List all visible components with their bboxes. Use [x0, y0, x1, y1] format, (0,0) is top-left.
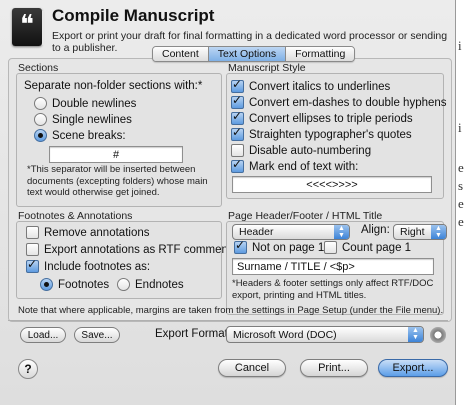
checkbox[interactable]	[26, 226, 39, 239]
help-button[interactable]: ?	[18, 359, 38, 379]
radio-button[interactable]	[40, 278, 53, 291]
checkbox-not-on-page-1[interactable]: Not on page 1	[234, 238, 325, 254]
header-text-field[interactable]: Surname / TITLE / <$p>	[232, 258, 434, 275]
popup-value: Microsoft Word (DOC)	[233, 329, 337, 341]
background-text: e	[458, 214, 464, 229]
checkbox-disable-auto-numbering[interactable]: Disable auto-numbering	[231, 144, 371, 157]
checkbox-count-page-1[interactable]: Count page 1	[324, 241, 411, 254]
chevron-updown-icon: ▲ ▼	[408, 327, 423, 342]
radio-double-newlines[interactable]: Double newlines	[34, 97, 136, 110]
background-text: i	[458, 120, 462, 135]
print-button[interactable]: Print...	[300, 359, 368, 377]
checkbox[interactable]	[234, 238, 247, 254]
radio-label: Double newlines	[52, 97, 137, 110]
align-popup[interactable]: Right ▲ ▼	[393, 224, 447, 240]
tab-formatting[interactable]: Formatting	[286, 47, 355, 61]
cancel-button[interactable]: Cancel	[218, 359, 286, 377]
checkbox-label: Mark end of text with:	[249, 160, 359, 173]
checkbox[interactable]	[26, 257, 39, 273]
background-text: e	[458, 160, 464, 175]
chevron-updown-icon: ▲ ▼	[431, 225, 446, 239]
export-format-popup[interactable]: Microsoft Word (DOC) ▲ ▼	[226, 326, 424, 343]
align-label: Align:	[361, 224, 390, 236]
header-location-popup[interactable]: Header ▲ ▼	[232, 224, 350, 240]
checkbox[interactable]	[324, 241, 337, 254]
checkbox-convert-em-dashes[interactable]: Convert em-dashes to double hyphens	[231, 93, 447, 109]
popup-value: Header	[239, 226, 274, 238]
radio-button[interactable]	[34, 97, 47, 110]
checkbox-export-annotations-rtf[interactable]: Export annotations as RTF comments	[26, 243, 237, 256]
header-footer-note: *Headers & footer settings only affect R…	[232, 278, 434, 301]
checkbox[interactable]	[26, 243, 39, 256]
checkbox[interactable]	[231, 157, 244, 173]
radio-button[interactable]	[34, 113, 47, 126]
checkbox[interactable]	[231, 93, 244, 109]
tab-content[interactable]: Content	[153, 47, 209, 61]
dialog-title: Compile Manuscript	[52, 6, 215, 25]
checkbox-label: Convert ellipses to triple periods	[249, 112, 413, 125]
radio-endnotes[interactable]: Endnotes	[117, 278, 184, 291]
radio-single-newlines[interactable]: Single newlines	[34, 113, 132, 126]
radio-button[interactable]	[117, 278, 130, 291]
tab-bar: Content Text Options Formatting	[152, 46, 356, 62]
export-button[interactable]: Export...	[378, 359, 448, 377]
checkbox-label: Export annotations as RTF comments	[44, 243, 237, 256]
radio-label: Footnotes	[58, 278, 110, 291]
export-format-label: Export Format:	[155, 328, 232, 340]
background-text: s	[458, 178, 464, 193]
checkbox[interactable]	[231, 77, 244, 93]
radio-scene-breaks[interactable]: Scene breaks:	[34, 129, 126, 142]
checkbox-label: Straighten typographer's quotes	[249, 128, 412, 141]
radio-label: Single newlines	[52, 113, 132, 126]
checkbox-include-footnotes[interactable]: Include footnotes as:	[26, 257, 151, 273]
checkbox-convert-italics[interactable]: Convert italics to underlines	[231, 77, 391, 93]
scrivener-app-icon: ❝	[12, 8, 45, 46]
checkbox-remove-annotations[interactable]: Remove annotations	[26, 226, 149, 239]
checkbox-label: Disable auto-numbering	[249, 144, 372, 157]
divider	[8, 320, 448, 321]
load-button[interactable]: Load...	[20, 327, 66, 343]
gear-icon[interactable]	[430, 327, 446, 343]
checkbox[interactable]	[231, 125, 244, 141]
checkbox-mark-end-of-text[interactable]: Mark end of text with:	[231, 157, 359, 173]
background-text: e	[458, 196, 464, 211]
tab-text-options[interactable]: Text Options	[208, 47, 287, 61]
checkbox-label: Include footnotes as:	[44, 260, 151, 273]
checkbox-convert-ellipses[interactable]: Convert ellipses to triple periods	[231, 109, 413, 125]
checkbox-label: Convert em-dashes to double hyphens	[249, 96, 447, 109]
background-text: i	[458, 38, 462, 53]
page-setup-note: Note that where applicable, margins are …	[18, 305, 444, 316]
checkbox-label: Count page 1	[342, 241, 412, 254]
checkbox[interactable]	[231, 144, 244, 157]
checkbox-label: Remove annotations	[44, 226, 150, 239]
radio-label: Endnotes	[135, 278, 184, 291]
save-button[interactable]: Save...	[74, 327, 120, 343]
checkbox[interactable]	[231, 109, 244, 125]
radio-label: Scene breaks:	[52, 129, 126, 142]
separator-note: *This separator will be inserted between…	[27, 164, 208, 198]
chevron-updown-icon: ▲ ▼	[334, 225, 349, 239]
checkbox-label: Convert italics to underlines	[249, 80, 391, 93]
radio-button[interactable]	[34, 129, 47, 142]
compile-dialog: ❝ Compile Manuscript Export or print you…	[0, 0, 456, 405]
popup-value: Right	[400, 226, 425, 238]
checkbox-label: Not on page 1	[252, 241, 325, 254]
end-mark-field[interactable]: <<<<>>>>	[232, 176, 432, 193]
radio-footnotes[interactable]: Footnotes	[40, 278, 109, 291]
checkbox-straighten-quotes[interactable]: Straighten typographer's quotes	[231, 125, 412, 141]
scene-break-field[interactable]: #	[49, 146, 183, 163]
separator-label: Separate non-folder sections with:*	[24, 80, 203, 92]
